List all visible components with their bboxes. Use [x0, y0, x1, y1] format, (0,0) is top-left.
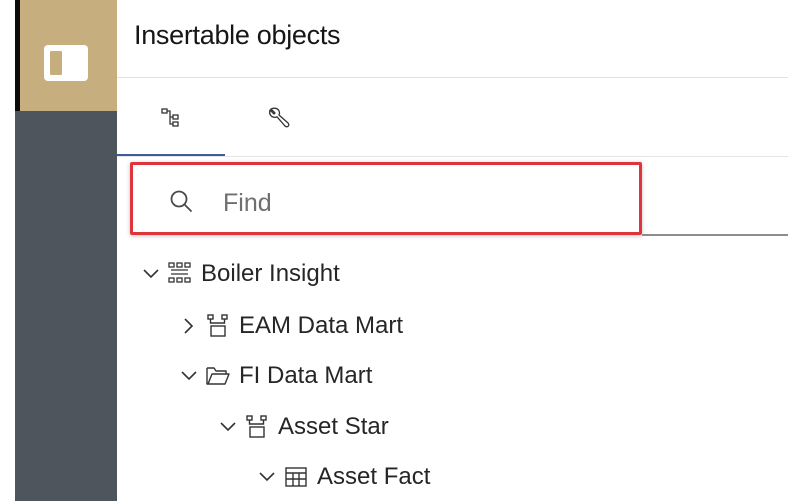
table-icon — [283, 464, 309, 490]
divider — [117, 156, 788, 157]
app-rail — [0, 0, 117, 501]
rail-body — [15, 111, 117, 501]
tree-item-label: Boiler Insight — [201, 260, 340, 287]
tree-item-asset-fact[interactable]: Asset Fact — [257, 457, 430, 497]
search-input[interactable] — [223, 185, 623, 221]
chevron-down-icon[interactable] — [218, 417, 238, 437]
tree-item-label: Asset Fact — [317, 463, 431, 490]
namespace-icon — [244, 414, 270, 440]
folder-open-icon — [205, 363, 231, 389]
tree-item-label: EAM Data Mart — [239, 312, 404, 339]
search-underline — [642, 234, 788, 236]
tree-item-label: FI Data Mart — [239, 362, 373, 389]
chevron-down-icon[interactable] — [141, 264, 161, 284]
search-highlight-box — [130, 162, 642, 235]
chevron-right-icon[interactable] — [179, 316, 199, 336]
chevron-down-icon[interactable] — [179, 366, 199, 386]
tab-sources[interactable] — [117, 78, 225, 157]
panel-title: Insertable objects — [134, 20, 341, 50]
insertable-objects-panel: Insertable objects Find Boiler Insight E… — [117, 0, 788, 501]
chevron-down-icon[interactable] — [257, 467, 277, 487]
namespace-icon — [205, 313, 231, 339]
tab-tools[interactable] — [225, 78, 333, 157]
tree-item-fi-data-mart[interactable]: FI Data Mart — [179, 356, 372, 396]
package-icon — [167, 261, 193, 287]
wrench-icon — [268, 107, 290, 127]
panel-toggle-icon[interactable] — [44, 45, 88, 81]
tree-item-asset-star[interactable]: Asset Star — [218, 407, 389, 447]
tree-item-boiler-insight[interactable]: Boiler Insight — [141, 254, 340, 294]
tree-item-label: Asset Star — [278, 413, 389, 440]
rail-edge — [0, 0, 15, 501]
tree-hierarchy-icon — [161, 107, 179, 127]
tree-item-eam-data-mart[interactable]: EAM Data Mart — [179, 306, 403, 346]
search-icon — [170, 190, 192, 212]
